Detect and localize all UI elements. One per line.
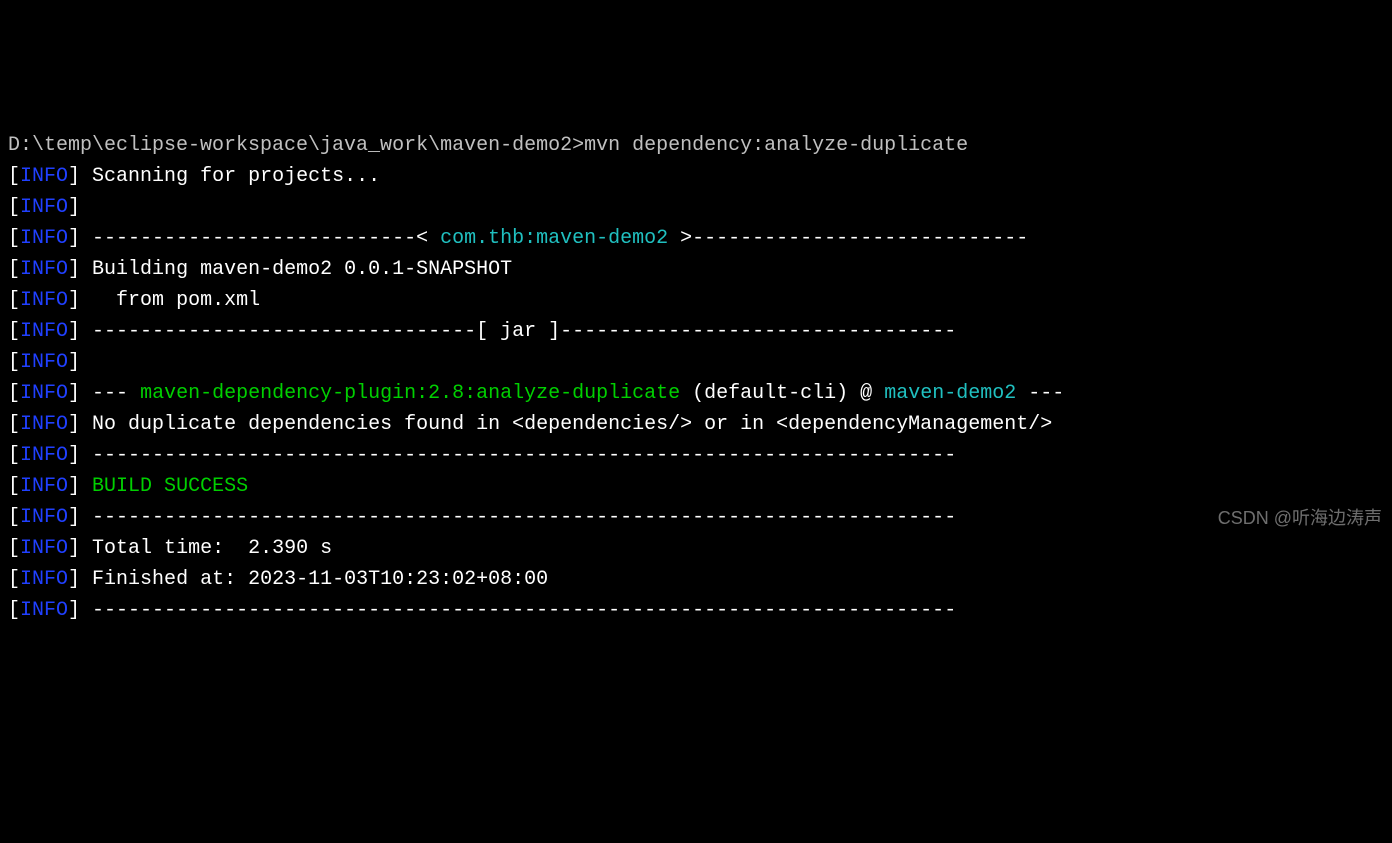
bracket-close: ] xyxy=(68,289,80,312)
log-level: INFO xyxy=(20,165,68,188)
log-line-dash: [INFO] ---------------------------------… xyxy=(8,595,1384,626)
bracket-open: [ xyxy=(8,568,20,591)
bracket-close: ] xyxy=(68,537,80,560)
jar-left: --------------------------------[ xyxy=(80,320,500,343)
bracket-close: ] xyxy=(68,568,80,591)
plugin-project: maven-demo2 xyxy=(884,382,1016,405)
log-level: INFO xyxy=(20,351,68,374)
bracket-open: [ xyxy=(8,351,20,374)
log-msg: from pom.xml xyxy=(80,289,260,312)
bracket-close: ] xyxy=(68,413,80,436)
log-line-finished-at: [INFO] Finished at: 2023-11-03T10:23:02+… xyxy=(8,564,1384,595)
bracket-close: ] xyxy=(68,599,80,622)
plugin-mid: (default-cli) @ xyxy=(680,382,884,405)
log-line-build-success: [INFO] BUILD SUCCESS xyxy=(8,471,1384,502)
jar-right: ]--------------------------------- xyxy=(536,320,956,343)
log-line-empty: [INFO] xyxy=(8,192,1384,223)
bracket-close: ] xyxy=(68,258,80,281)
bracket-open: [ xyxy=(8,227,20,250)
prompt-line: D:\temp\eclipse-workspace\java_work\mave… xyxy=(8,130,1384,161)
log-level: INFO xyxy=(20,599,68,622)
log-line-from-pom: [INFO] from pom.xml xyxy=(8,285,1384,316)
log-line-nodup: [INFO] No duplicate dependencies found i… xyxy=(8,409,1384,440)
log-msg: Building maven-demo2 0.0.1-SNAPSHOT xyxy=(80,258,512,281)
log-line-project-sep: [INFO] ---------------------------< com.… xyxy=(8,223,1384,254)
project-coord: com.thb:maven-demo2 xyxy=(440,227,668,250)
log-line-plugin: [INFO] --- maven-dependency-plugin:2.8:a… xyxy=(8,378,1384,409)
bracket-open: [ xyxy=(8,289,20,312)
log-line-jar: [INFO] --------------------------------[… xyxy=(8,316,1384,347)
log-level: INFO xyxy=(20,444,68,467)
log-msg: Scanning for projects... xyxy=(80,165,380,188)
log-level: INFO xyxy=(20,196,68,219)
watermark-text: CSDN @听海边涛声 xyxy=(1218,505,1382,533)
bracket-open: [ xyxy=(8,444,20,467)
log-level: INFO xyxy=(20,320,68,343)
log-line-dash: [INFO] ---------------------------------… xyxy=(8,502,1384,533)
bracket-open: [ xyxy=(8,599,20,622)
log-level: INFO xyxy=(20,258,68,281)
dashline: ----------------------------------------… xyxy=(80,599,956,622)
log-msg: Total time: 2.390 s xyxy=(80,537,332,560)
bracket-close: ] xyxy=(68,444,80,467)
bracket-close: ] xyxy=(68,382,80,405)
log-line-total-time: [INFO] Total time: 2.390 s xyxy=(8,533,1384,564)
bracket-open: [ xyxy=(8,382,20,405)
bracket-open: [ xyxy=(8,320,20,343)
log-line-building: [INFO] Building maven-demo2 0.0.1-SNAPSH… xyxy=(8,254,1384,285)
log-level: INFO xyxy=(20,568,68,591)
log-level: INFO xyxy=(20,382,68,405)
bracket-open: [ xyxy=(8,196,20,219)
bracket-open: [ xyxy=(8,258,20,281)
plugin-id: maven-dependency-plugin:2.8:analyze-dupl… xyxy=(140,382,680,405)
prompt-path: D:\temp\eclipse-workspace\java_work\mave… xyxy=(8,134,584,157)
bracket-open: [ xyxy=(8,165,20,188)
sep-left: ---------------------------< xyxy=(80,227,440,250)
prompt-command: mvn dependency:analyze-duplicate xyxy=(584,134,968,157)
jar-label: jar xyxy=(500,320,536,343)
dashline: ----------------------------------------… xyxy=(80,444,956,467)
log-msg: No duplicate dependencies found in <depe… xyxy=(80,413,1052,436)
log-level: INFO xyxy=(20,227,68,250)
bracket-open: [ xyxy=(8,537,20,560)
bracket-close: ] xyxy=(68,351,80,374)
log-level: INFO xyxy=(20,475,68,498)
bracket-close: ] xyxy=(68,227,80,250)
bracket-close: ] xyxy=(68,475,80,498)
bracket-open: [ xyxy=(8,475,20,498)
bracket-close: ] xyxy=(68,165,80,188)
plugin-prefix: --- xyxy=(80,382,140,405)
bracket-open: [ xyxy=(8,413,20,436)
log-line-scanning: [INFO] Scanning for projects... xyxy=(8,161,1384,192)
log-level: INFO xyxy=(20,289,68,312)
log-line-dash: [INFO] ---------------------------------… xyxy=(8,440,1384,471)
log-line-empty: [INFO] xyxy=(8,347,1384,378)
log-level: INFO xyxy=(20,506,68,529)
bracket-close: ] xyxy=(68,506,80,529)
terminal-output[interactable]: D:\temp\eclipse-workspace\java_work\mave… xyxy=(8,130,1384,626)
bracket-close: ] xyxy=(68,320,80,343)
bracket-close: ] xyxy=(68,196,80,219)
build-success: BUILD SUCCESS xyxy=(80,475,248,498)
sep-right: >---------------------------- xyxy=(668,227,1028,250)
plugin-suffix: --- xyxy=(1016,382,1064,405)
bracket-open: [ xyxy=(8,506,20,529)
log-msg: Finished at: 2023-11-03T10:23:02+08:00 xyxy=(80,568,548,591)
dashline: ----------------------------------------… xyxy=(80,506,956,529)
log-level: INFO xyxy=(20,413,68,436)
log-level: INFO xyxy=(20,537,68,560)
